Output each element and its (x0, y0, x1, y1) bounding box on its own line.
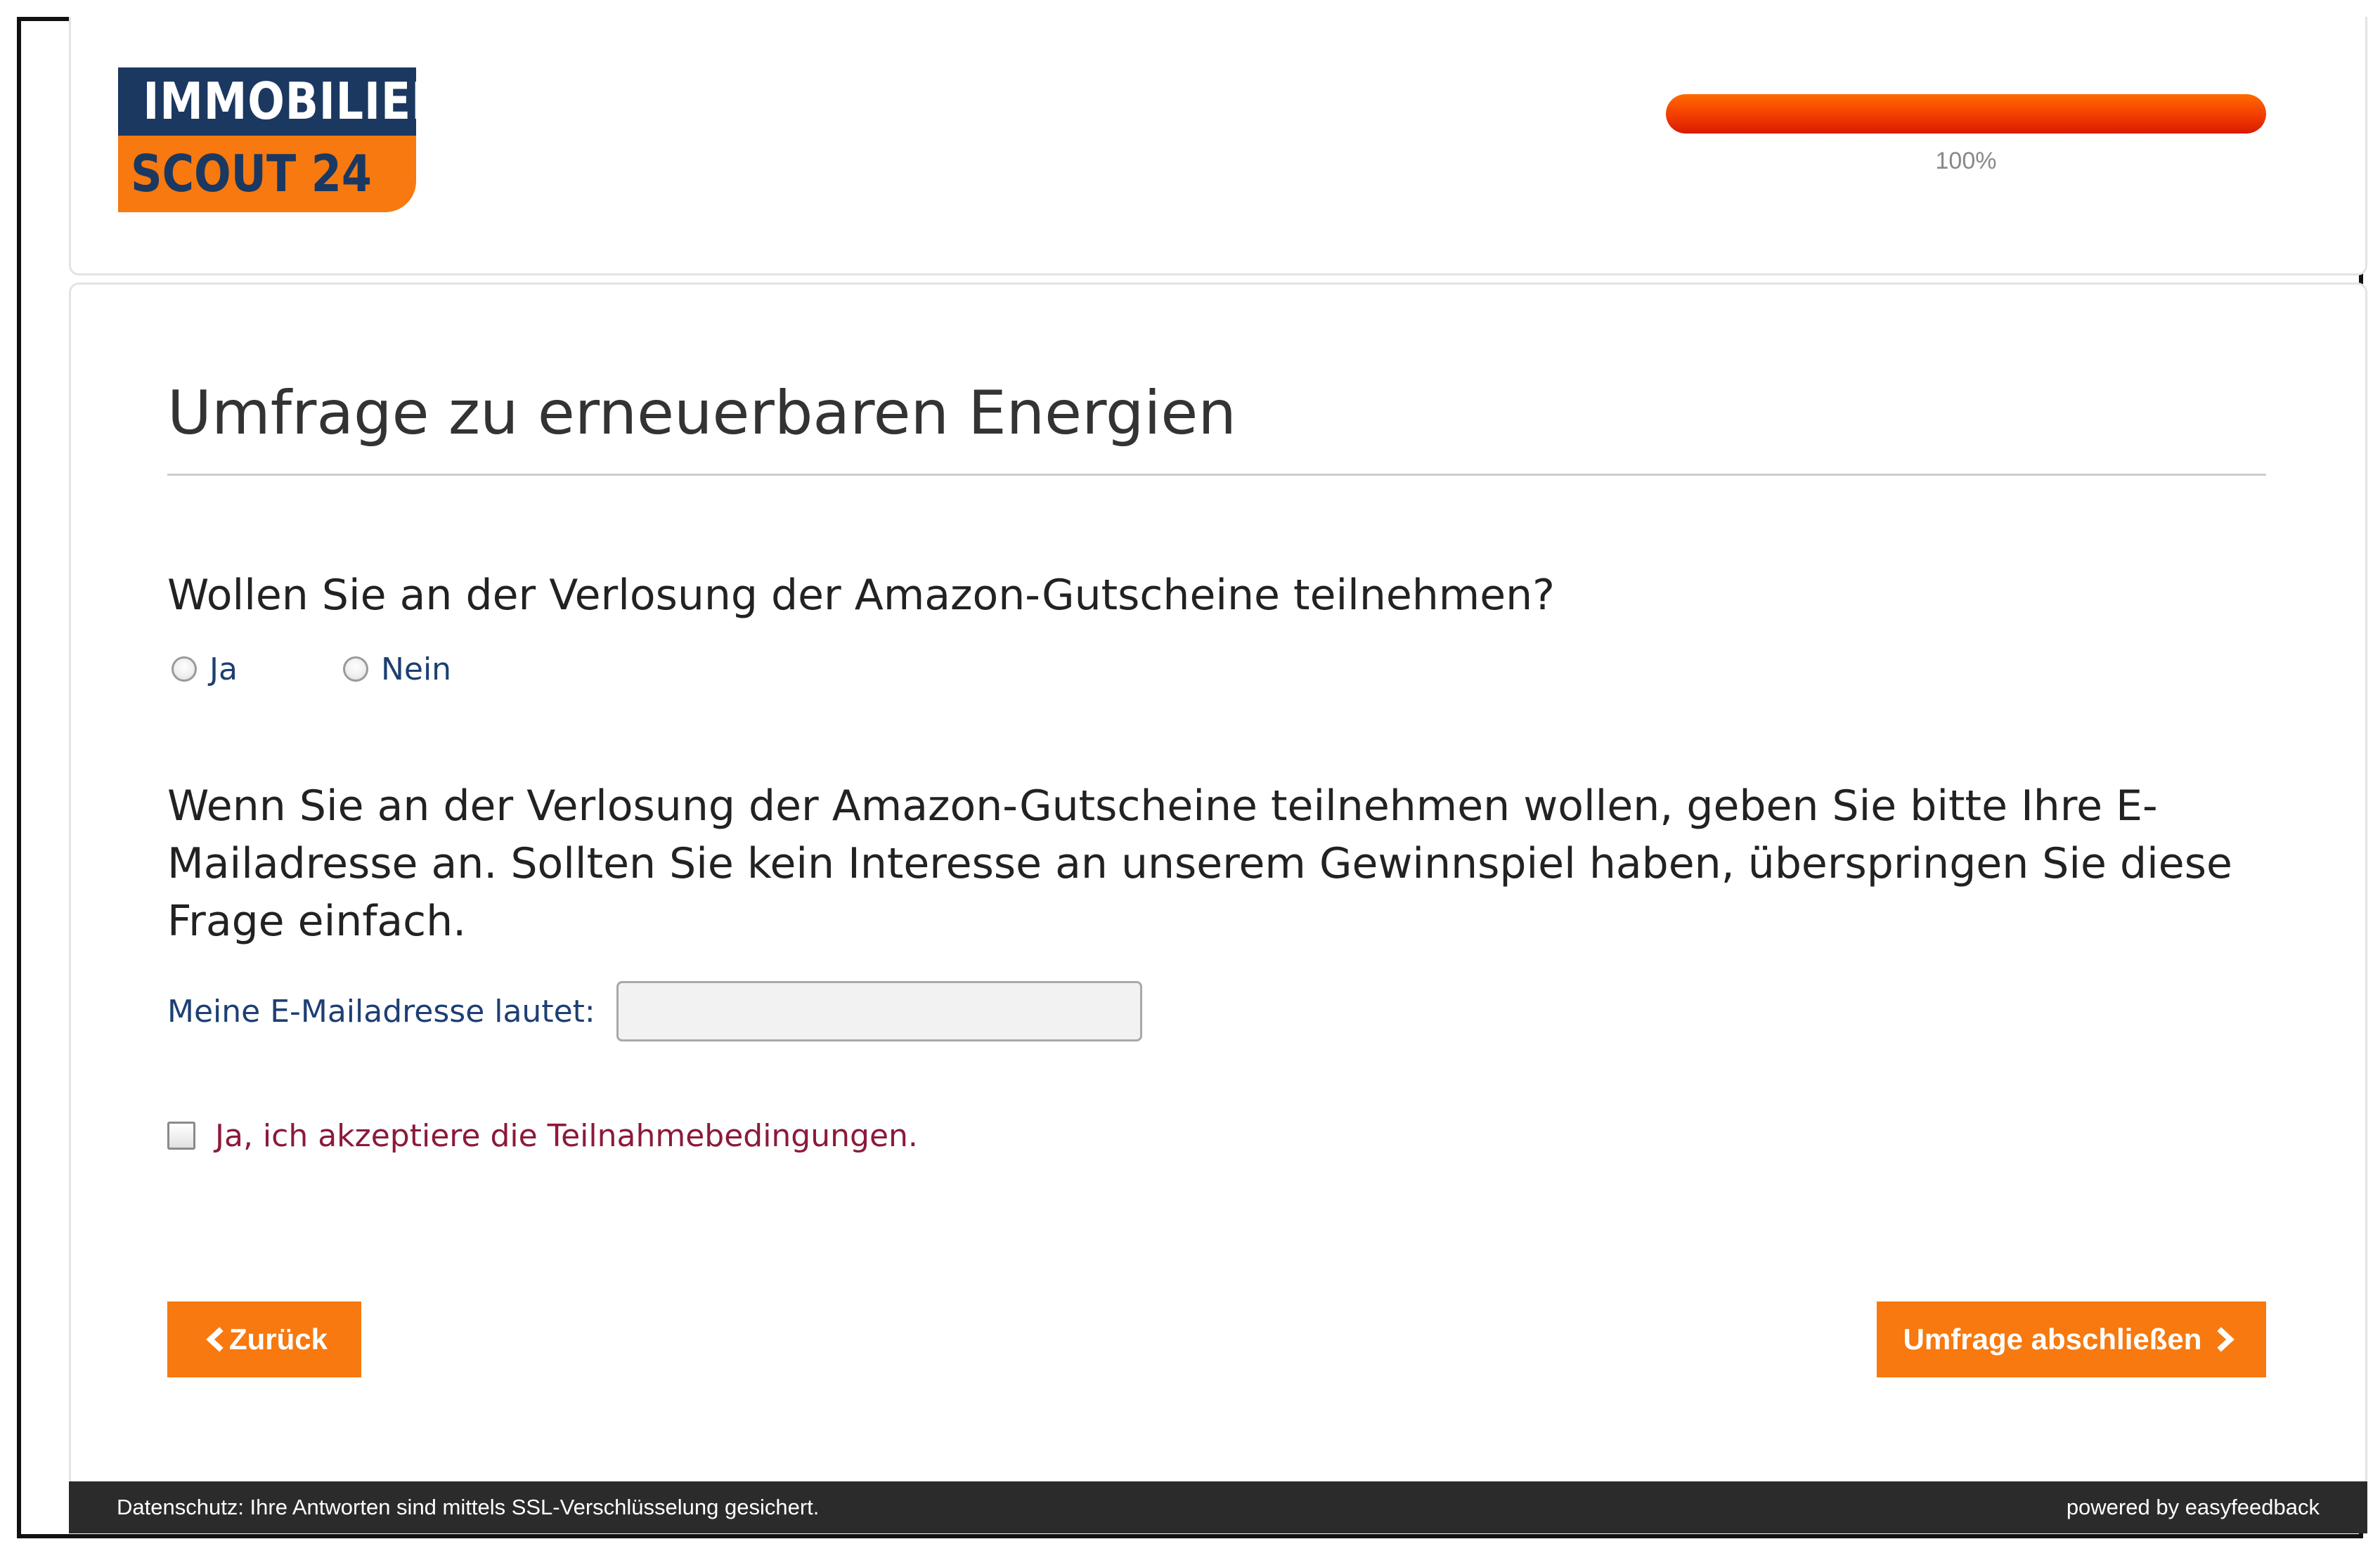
progress-label: 100% (1935, 148, 1997, 174)
immobilienscout24-logo: IMMOBILIEN SCOUT 24 (118, 67, 448, 212)
finish-button-label: Umfrage abschließen (1903, 1323, 2202, 1356)
progress-bar (1666, 94, 2266, 134)
title-divider (167, 474, 2266, 476)
question-participate: Wollen Sie an der Verlosung der Amazon-G… (167, 571, 1556, 620)
option-nein[interactable]: Nein (342, 651, 451, 687)
logo-top-band: IMMOBILIEN (118, 67, 448, 136)
participate-radio-group: Ja Nein (172, 648, 451, 690)
powered-by: powered by easyfeedback (2066, 1495, 2320, 1519)
consent-checkbox[interactable] (167, 1122, 195, 1150)
survey-title: Umfrage zu erneuerbaren Energien (167, 378, 1236, 448)
footer-bar: Datenschutz: Ihre Antworten sind mittels… (69, 1481, 2367, 1533)
consent-row: Ja, ich akzeptiere die Teilnahmebedingun… (167, 1115, 918, 1157)
email-row: Meine E-Mailadresse lautet: (167, 980, 1142, 1043)
radio-ja[interactable] (172, 656, 197, 682)
question-email: Wenn Sie an der Verlosung der Amazon-Gut… (167, 781, 2232, 946)
chevron-right-icon (2211, 1325, 2239, 1353)
email-input[interactable] (616, 981, 1142, 1041)
option-nein-label[interactable]: Nein (381, 651, 451, 687)
back-button-label: Zurück (228, 1323, 328, 1356)
option-ja[interactable]: Ja (172, 651, 238, 687)
survey-window: IMMOBILIEN SCOUT 24 100% Umfrage zu erne… (17, 17, 2367, 1538)
logo-line1: IMMOBILIEN (143, 72, 448, 131)
back-button[interactable]: Zurück (167, 1301, 361, 1377)
option-ja-label[interactable]: Ja (209, 651, 238, 687)
radio-nein[interactable] (342, 656, 368, 682)
finish-button[interactable]: Umfrage abschließen (1877, 1301, 2266, 1377)
chevron-left-icon (201, 1325, 229, 1353)
privacy-notice: Datenschutz: Ihre Antworten sind mittels… (117, 1495, 820, 1519)
consent-label[interactable]: Ja, ich akzeptiere die Teilnahmebedingun… (215, 1118, 918, 1154)
logo-bottom-band: SCOUT 24 (118, 136, 416, 212)
logo-line2: SCOUT 24 (131, 144, 372, 203)
email-label: Meine E-Mailadresse lautet: (167, 993, 595, 1030)
progress-fill (1666, 94, 2266, 134)
